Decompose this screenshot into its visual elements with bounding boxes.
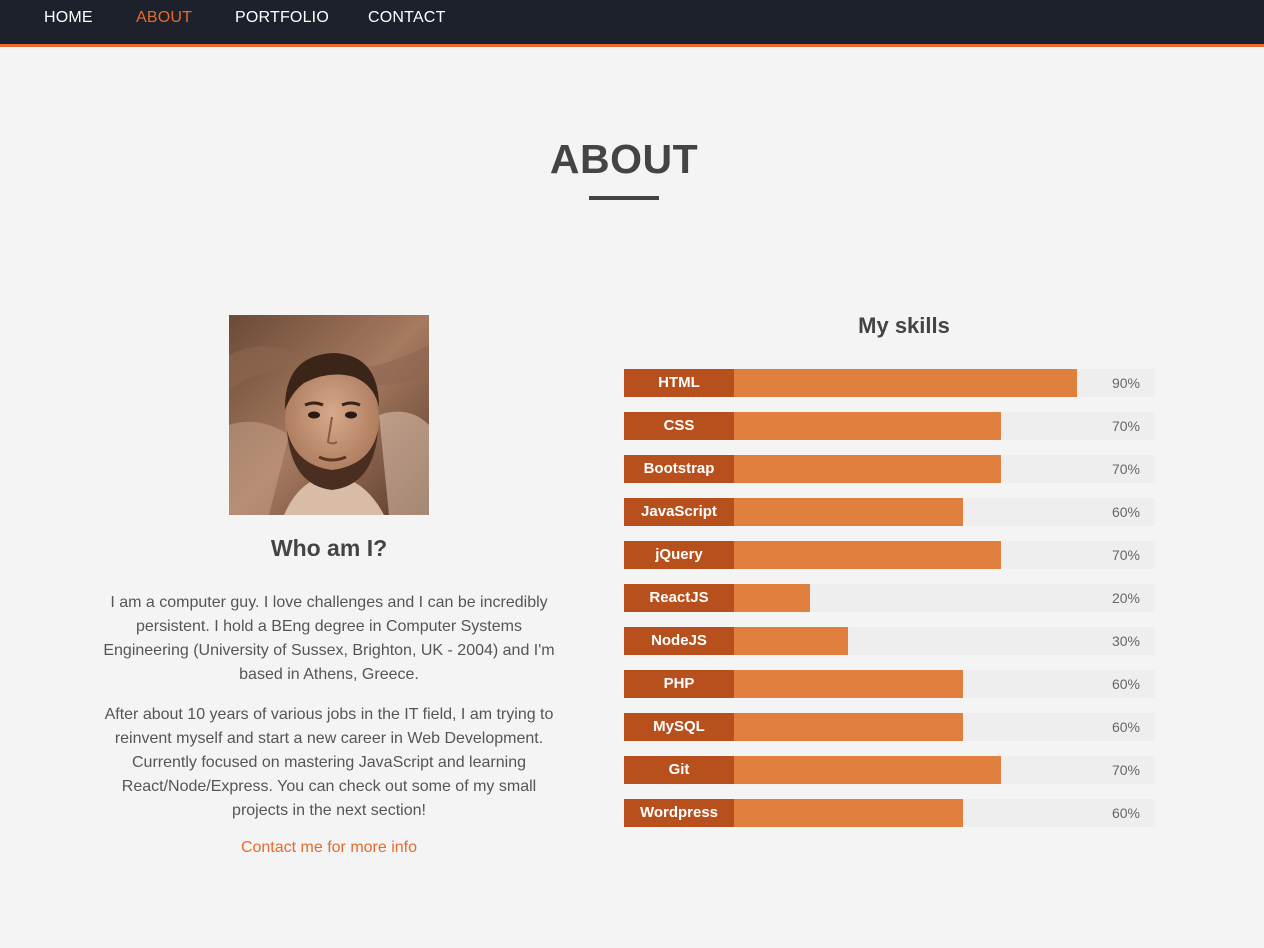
skill-percent: 70% bbox=[1111, 547, 1140, 563]
skill-label: PHP bbox=[624, 670, 734, 698]
skill-track bbox=[734, 455, 1155, 483]
skill-percent: 90% bbox=[1111, 375, 1140, 391]
nav-portfolio-link[interactable]: PORTFOLIO bbox=[235, 9, 329, 27]
skill-percent: 30% bbox=[1111, 633, 1140, 649]
profile-photo bbox=[229, 315, 429, 515]
skill-track bbox=[734, 541, 1155, 569]
skill-fill bbox=[734, 756, 1001, 784]
skill-fill bbox=[734, 584, 811, 612]
skill-bar: PHP 60% bbox=[624, 670, 1155, 698]
skill-percent: 20% bbox=[1111, 590, 1140, 606]
skill-label: MySQL bbox=[624, 713, 734, 741]
skill-bar: Bootstrap 70% bbox=[624, 455, 1155, 483]
skill-percent: 60% bbox=[1111, 504, 1140, 520]
skill-bar: ReactJS 20% bbox=[624, 584, 1155, 612]
skill-bar: JavaScript 60% bbox=[624, 498, 1155, 526]
skill-bar: NodeJS 30% bbox=[624, 627, 1155, 655]
skill-fill bbox=[734, 713, 963, 741]
bio-paragraph-2: After about 10 years of various jobs in … bbox=[104, 706, 554, 819]
skill-track bbox=[734, 369, 1155, 397]
skill-track bbox=[734, 713, 1155, 741]
skill-track bbox=[734, 412, 1155, 440]
skill-fill bbox=[734, 799, 963, 827]
nav-about-link[interactable]: ABOUT bbox=[136, 9, 192, 27]
page-title: ABOUT bbox=[549, 136, 699, 182]
skill-track bbox=[734, 498, 1155, 526]
skill-track bbox=[734, 627, 1155, 655]
skill-label: ReactJS bbox=[624, 584, 734, 612]
skill-fill bbox=[734, 627, 849, 655]
nav-home-link[interactable]: HOME bbox=[44, 9, 93, 27]
skill-bar: jQuery 70% bbox=[624, 541, 1155, 569]
skill-label: JavaScript bbox=[624, 498, 734, 526]
skill-fill bbox=[734, 412, 1001, 440]
skill-bar: Wordpress 60% bbox=[624, 799, 1155, 827]
who-am-i-heading: Who am I? bbox=[270, 535, 388, 561]
skill-bar: CSS 70% bbox=[624, 412, 1155, 440]
skill-label: Bootstrap bbox=[624, 455, 734, 483]
skill-percent: 70% bbox=[1111, 762, 1140, 778]
skill-track bbox=[734, 756, 1155, 784]
skill-track bbox=[734, 584, 1155, 612]
skill-label: CSS bbox=[624, 412, 734, 440]
skill-percent: 60% bbox=[1111, 805, 1140, 821]
skill-label: NodeJS bbox=[624, 627, 734, 655]
bio-paragraph-1: I am a computer guy. I love challenges a… bbox=[103, 594, 555, 683]
skill-percent: 70% bbox=[1111, 418, 1140, 434]
skill-fill bbox=[734, 498, 963, 526]
skill-label: Wordpress bbox=[624, 799, 734, 827]
skill-fill bbox=[734, 541, 1001, 569]
skill-label: jQuery bbox=[624, 541, 734, 569]
top-navbar: HOME ABOUT PORTFOLIO CONTACT bbox=[0, 0, 1264, 47]
profile-photo-image bbox=[229, 315, 429, 515]
skill-bar: Git 70% bbox=[624, 756, 1155, 784]
skill-track bbox=[734, 799, 1155, 827]
title-underline-divider bbox=[589, 196, 659, 200]
skill-fill bbox=[734, 455, 1001, 483]
contact-me-link[interactable]: Contact me for more info bbox=[99, 839, 559, 857]
skill-label: HTML bbox=[624, 369, 734, 397]
skill-percent: 70% bbox=[1111, 461, 1140, 477]
skills-list: HTML 90% CSS 70% Bootstrap 70% JavaScript 60% jQ… bbox=[624, 369, 1155, 842]
skill-track bbox=[734, 670, 1155, 698]
skill-bar: MySQL 60% bbox=[624, 713, 1155, 741]
nav-contact-link[interactable]: CONTACT bbox=[368, 9, 446, 27]
skill-fill bbox=[734, 369, 1077, 397]
skill-label: Git bbox=[624, 756, 734, 784]
skill-fill bbox=[734, 670, 963, 698]
skill-percent: 60% bbox=[1111, 719, 1140, 735]
skill-bar: HTML 90% bbox=[624, 369, 1155, 397]
skills-heading: My skills bbox=[858, 313, 950, 338]
skill-percent: 60% bbox=[1111, 676, 1140, 692]
